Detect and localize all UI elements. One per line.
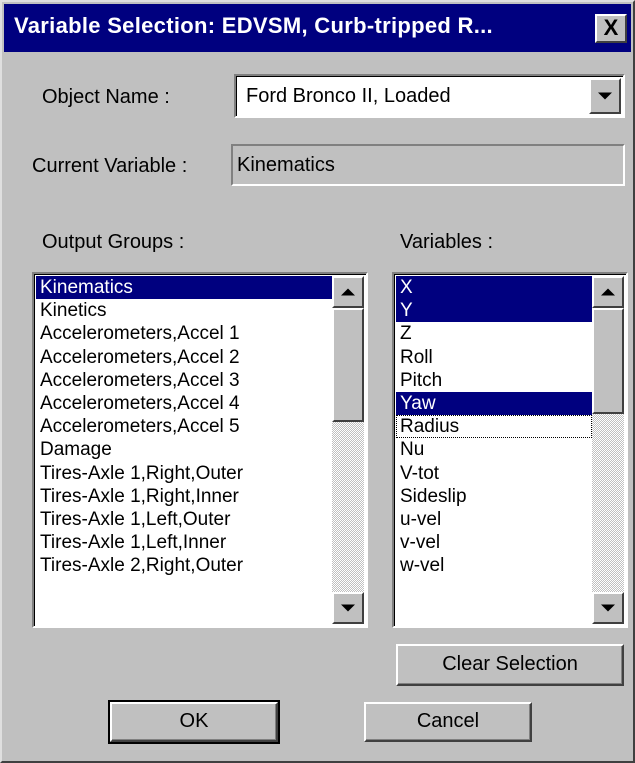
scroll-down-button[interactable] <box>592 592 624 624</box>
object-name-dropdown[interactable]: Ford Bronco II, Loaded <box>234 74 625 118</box>
variables-listbox[interactable]: X Y Z Roll Pitch Yaw Radius Nu V-tot Sideslip u-ve… <box>392 272 628 628</box>
output-groups-scrollbar[interactable] <box>332 276 364 624</box>
variables-scrollbar[interactable] <box>592 276 624 624</box>
variables-items: X Y Z Roll Pitch Yaw Radius Nu V-tot Sideslip u-ve… <box>396 276 592 624</box>
variable-item[interactable]: V-tot <box>396 462 592 485</box>
output-group-item[interactable]: Kinetics <box>36 299 332 322</box>
output-group-item[interactable]: Accelerometers,Accel 5 <box>36 415 332 438</box>
ok-button[interactable]: OK <box>108 700 280 744</box>
chevron-down-icon <box>341 604 355 612</box>
scroll-down-button[interactable] <box>332 592 364 624</box>
output-group-item[interactable]: Accelerometers,Accel 2 <box>36 346 332 369</box>
variable-selection-dialog: Variable Selection: EDVSM, Curb-tripped … <box>0 0 635 763</box>
output-group-item[interactable]: Kinematics <box>36 276 332 300</box>
scroll-up-button[interactable] <box>332 276 364 308</box>
object-name-value: Ford Bronco II, Loaded <box>246 85 451 107</box>
variables-label: Variables : <box>400 231 494 253</box>
output-group-item[interactable]: Accelerometers,Accel 4 <box>36 392 332 415</box>
output-group-item[interactable]: Accelerometers,Accel 1 <box>36 322 332 345</box>
dropdown-arrow-button[interactable] <box>589 78 621 114</box>
variable-item[interactable]: Pitch <box>396 369 592 392</box>
variable-item[interactable]: w-vel <box>396 554 592 577</box>
scroll-thumb[interactable] <box>592 308 624 414</box>
variable-item[interactable]: v-vel <box>396 531 592 554</box>
variable-item[interactable]: Y <box>396 299 592 323</box>
variable-item[interactable]: Yaw <box>396 391 592 416</box>
current-variable-label: Current Variable : <box>32 155 188 177</box>
output-group-item[interactable]: Accelerometers,Accel 3 <box>36 369 332 392</box>
scroll-thumb[interactable] <box>332 308 364 422</box>
title-bar[interactable]: Variable Selection: EDVSM, Curb-tripped … <box>4 4 631 52</box>
output-group-item[interactable]: Tires-Axle 2,Right,Outer <box>36 554 332 577</box>
chevron-down-icon <box>598 92 612 100</box>
output-groups-items: Kinematics Kinetics Accelerometers,Accel 1… <box>36 276 332 624</box>
window-title: Variable Selection: EDVSM, Curb-tripped … <box>14 13 493 38</box>
variable-item[interactable]: Nu <box>396 438 592 461</box>
variable-item[interactable]: u-vel <box>396 508 592 531</box>
scroll-up-button[interactable] <box>592 276 624 308</box>
output-group-item[interactable]: Tires-Axle 1,Right,Inner <box>36 485 332 508</box>
output-group-item[interactable]: Damage <box>36 438 332 461</box>
variable-item[interactable]: Roll <box>396 346 592 369</box>
chevron-up-icon <box>341 288 355 296</box>
output-groups-listbox[interactable]: Kinematics Kinetics Accelerometers,Accel 1… <box>32 272 368 628</box>
output-group-item[interactable]: Tires-Axle 1,Right,Outer <box>36 462 332 485</box>
current-variable-field: Kinematics <box>231 144 625 186</box>
output-group-item[interactable]: Tires-Axle 1,Left,Outer <box>36 508 332 531</box>
clear-selection-button[interactable]: Clear Selection <box>396 644 624 686</box>
cancel-button[interactable]: Cancel <box>364 702 532 742</box>
variable-item[interactable]: Sideslip <box>396 485 592 508</box>
variable-item[interactable]: Z <box>396 322 592 345</box>
close-button[interactable]: X <box>595 14 627 43</box>
variable-item[interactable]: X <box>396 276 592 300</box>
chevron-down-icon <box>601 604 615 612</box>
chevron-up-icon <box>601 288 615 296</box>
output-group-item[interactable]: Tires-Axle 1,Left,Inner <box>36 531 332 554</box>
current-variable-value: Kinematics <box>237 154 335 176</box>
object-name-label: Object Name : <box>42 86 170 108</box>
output-groups-label: Output Groups : <box>42 231 185 253</box>
variable-item[interactable]: Radius <box>396 415 592 439</box>
